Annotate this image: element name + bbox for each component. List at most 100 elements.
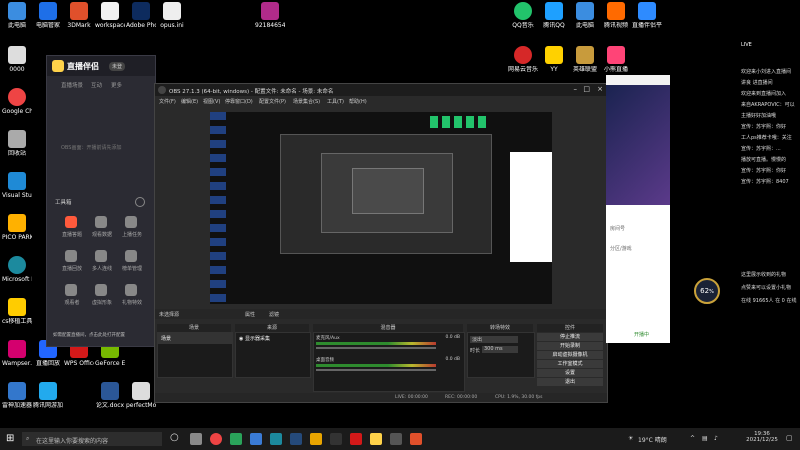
desktop-icon-tencent-acc[interactable]: 腾讯网游加速器 bbox=[33, 382, 63, 409]
tool-label: 直播回放 bbox=[61, 266, 82, 272]
menu-docks[interactable]: 停靠窗口(D) bbox=[225, 98, 253, 105]
menu-edit[interactable]: 编辑(E) bbox=[181, 98, 198, 105]
assistant-notice[interactable]: 如需配置直播间，点击此处打开配置 bbox=[53, 332, 125, 338]
obs-preview[interactable] bbox=[210, 112, 552, 304]
stop-streaming-button[interactable]: 停止推流 bbox=[537, 333, 603, 341]
menu-profile[interactable]: 配置文件(P) bbox=[259, 98, 286, 105]
tool-icon[interactable] bbox=[65, 250, 77, 262]
desktop-icon-this-pc[interactable]: 此电脑 bbox=[2, 2, 32, 29]
desktop-icon-photoshop[interactable]: Adobe Photosho… bbox=[126, 2, 156, 29]
desktop-icon-0000[interactable]: 0000 bbox=[2, 46, 32, 73]
network-icon[interactable]: ▤ bbox=[702, 435, 708, 442]
menu-view[interactable]: 视图(V) bbox=[203, 98, 220, 105]
menu-help[interactable]: 帮助(H) bbox=[349, 98, 367, 105]
taskbar-store-icon[interactable] bbox=[230, 433, 242, 445]
settings-button[interactable]: 设置 bbox=[537, 369, 603, 377]
start-recording-button[interactable]: 开始录制 bbox=[537, 342, 603, 350]
desktop-icon-qqmusic[interactable]: QQ音乐 bbox=[508, 2, 538, 29]
desktop-icon-perfectmo[interactable]: perfectMo… bbox=[126, 382, 156, 409]
taskbar-app-icon-2[interactable] bbox=[390, 433, 402, 445]
tray-arrow-icon[interactable]: ^ bbox=[690, 435, 695, 442]
desktop-icon-chrome[interactable]: Google Chrome bbox=[2, 88, 32, 115]
taskbar-assistant-icon[interactable] bbox=[370, 433, 382, 445]
desktop-icon-pico-park[interactable]: PICO PARK bbox=[2, 214, 32, 241]
desktop-icon-live-platform[interactable]: 直播伴侣平台 bbox=[632, 2, 662, 29]
studio-mode-button[interactable]: 工作室模式 bbox=[537, 360, 603, 368]
desktop-icon-opus[interactable]: opus.ini bbox=[157, 2, 187, 29]
duration-input[interactable]: 300 ms bbox=[482, 346, 518, 353]
tool-icon[interactable] bbox=[95, 250, 107, 262]
desktop-icon-lol[interactable]: 英雄联盟 bbox=[570, 46, 600, 73]
taskbar-app-icon-3[interactable] bbox=[410, 433, 422, 445]
taskbar-steam-icon[interactable] bbox=[290, 433, 302, 445]
desktop-icon-vscode[interactable]: Visual Studio Code bbox=[2, 172, 32, 199]
tool-icon[interactable] bbox=[125, 284, 137, 296]
mic-volume-slider[interactable] bbox=[316, 347, 436, 349]
desktop-icon-thesis[interactable]: 论文.docx bbox=[95, 382, 125, 409]
source-filters-button[interactable]: 滤镜 bbox=[269, 311, 279, 318]
minimize-icon[interactable]: – bbox=[574, 85, 578, 93]
desktop-icon-xiaoxiong[interactable]: 小熊直播 bbox=[601, 46, 631, 73]
desktop-icon-qq[interactable]: 腾讯QQ bbox=[539, 2, 569, 29]
desktop-icon-wampserver[interactable]: Wampser… bbox=[2, 340, 32, 367]
tool-icon[interactable] bbox=[65, 284, 77, 296]
sources-dock-title: 来源 bbox=[235, 324, 309, 332]
desktop-icon-3dmark[interactable]: 3DMark bbox=[64, 2, 94, 29]
task-view-icon[interactable]: ○ bbox=[170, 432, 179, 443]
taskbar-edge-icon[interactable] bbox=[270, 433, 282, 445]
tool-icon[interactable] bbox=[125, 216, 137, 228]
eye-icon[interactable]: ◉ bbox=[239, 336, 243, 342]
weather-icon[interactable]: ☀ bbox=[628, 435, 633, 442]
tool-icon[interactable] bbox=[95, 284, 107, 296]
desktop-icon-cs-tool[interactable]: cs移植工具 bbox=[2, 298, 32, 325]
tab-interaction[interactable]: 互动 bbox=[91, 81, 102, 89]
scene-item[interactable]: 场景 bbox=[158, 333, 232, 344]
status-rec: REC: 00:00:00 bbox=[445, 395, 478, 400]
start-icon[interactable]: ⊞ bbox=[6, 434, 14, 444]
assistant-login-badge[interactable]: 未登 bbox=[109, 62, 126, 71]
taskbar-folder-icon[interactable] bbox=[310, 433, 322, 445]
taskbar-obs-icon[interactable] bbox=[330, 433, 342, 445]
menu-file[interactable]: 文件(F) bbox=[159, 98, 176, 105]
desktop-volume-slider[interactable] bbox=[316, 369, 436, 371]
desktop-icon-yy[interactable]: YY bbox=[539, 46, 569, 73]
desktop-icon-winrar[interactable]: 92184654… bbox=[255, 2, 285, 29]
maximize-icon[interactable]: □ bbox=[583, 85, 590, 93]
tool-label: 观看者 bbox=[64, 300, 80, 306]
exit-button[interactable]: 退出 bbox=[537, 378, 603, 386]
tab-more[interactable]: 更多 bbox=[111, 81, 122, 89]
taskbar-app-icon[interactable] bbox=[190, 433, 202, 445]
desktop-icon-leishen[interactable]: 雷神加速器 bbox=[2, 382, 32, 409]
volume-icon[interactable]: ♪ bbox=[714, 435, 718, 442]
taskbar-vscode-icon[interactable] bbox=[250, 433, 262, 445]
menu-tools[interactable]: 工具(T) bbox=[327, 98, 344, 105]
desktop-icon-pc-manager[interactable]: 电脑管家 bbox=[33, 2, 63, 29]
virtual-camera-button[interactable]: 启动虚拟摄像机 bbox=[537, 351, 603, 359]
tab-scenes[interactable]: 直播场景 bbox=[61, 81, 83, 89]
close-icon[interactable]: × bbox=[597, 85, 603, 93]
menu-scene-collection[interactable]: 场景集合(S) bbox=[293, 98, 320, 105]
mixer-track-desktop-level: 0.0 dB bbox=[445, 357, 460, 362]
desktop-icon-edge[interactable]: Microsoft Edge bbox=[2, 256, 32, 283]
tool-icon[interactable] bbox=[125, 250, 137, 262]
3dmark-icon bbox=[70, 2, 88, 20]
desktop-icon-recycle-bin[interactable]: 回收站 bbox=[2, 130, 32, 157]
taskbar-search[interactable]: ⌕ 在这里输入你要搜索的内容 bbox=[22, 432, 162, 446]
taskbar: ⊞ ⌕ 在这里输入你要搜索的内容 ○ ☀ 19°C 晴朗 ^ ▤ ♪ 19:36… bbox=[0, 428, 800, 450]
desktop-icon-netease-music[interactable]: 网易云音乐 bbox=[508, 46, 538, 73]
desktop-icon-this-pc-2[interactable]: 此电脑 bbox=[570, 2, 600, 29]
taskbar-chrome-icon[interactable] bbox=[210, 433, 222, 445]
notification-icon[interactable]: ▢ bbox=[786, 434, 793, 442]
transition-select[interactable]: 淡出 bbox=[470, 336, 518, 343]
desktop-icon-workspace[interactable]: workspace… bbox=[95, 2, 125, 29]
clock[interactable]: 19:36 2021/12/25 bbox=[742, 431, 782, 443]
toolbox-settings-icon[interactable] bbox=[135, 197, 145, 207]
preview-top-icons bbox=[430, 116, 490, 128]
source-item[interactable]: ◉ 显示器采集 bbox=[236, 333, 310, 344]
weather-text[interactable]: 19°C 晴朗 bbox=[638, 435, 667, 444]
desktop-icon-tencent-video[interactable]: 腾讯视频 bbox=[601, 2, 631, 29]
source-properties-button[interactable]: 属性 bbox=[245, 311, 255, 318]
taskbar-wps-icon[interactable] bbox=[350, 433, 362, 445]
tool-icon[interactable] bbox=[95, 216, 107, 228]
tool-icon[interactable] bbox=[65, 216, 77, 228]
